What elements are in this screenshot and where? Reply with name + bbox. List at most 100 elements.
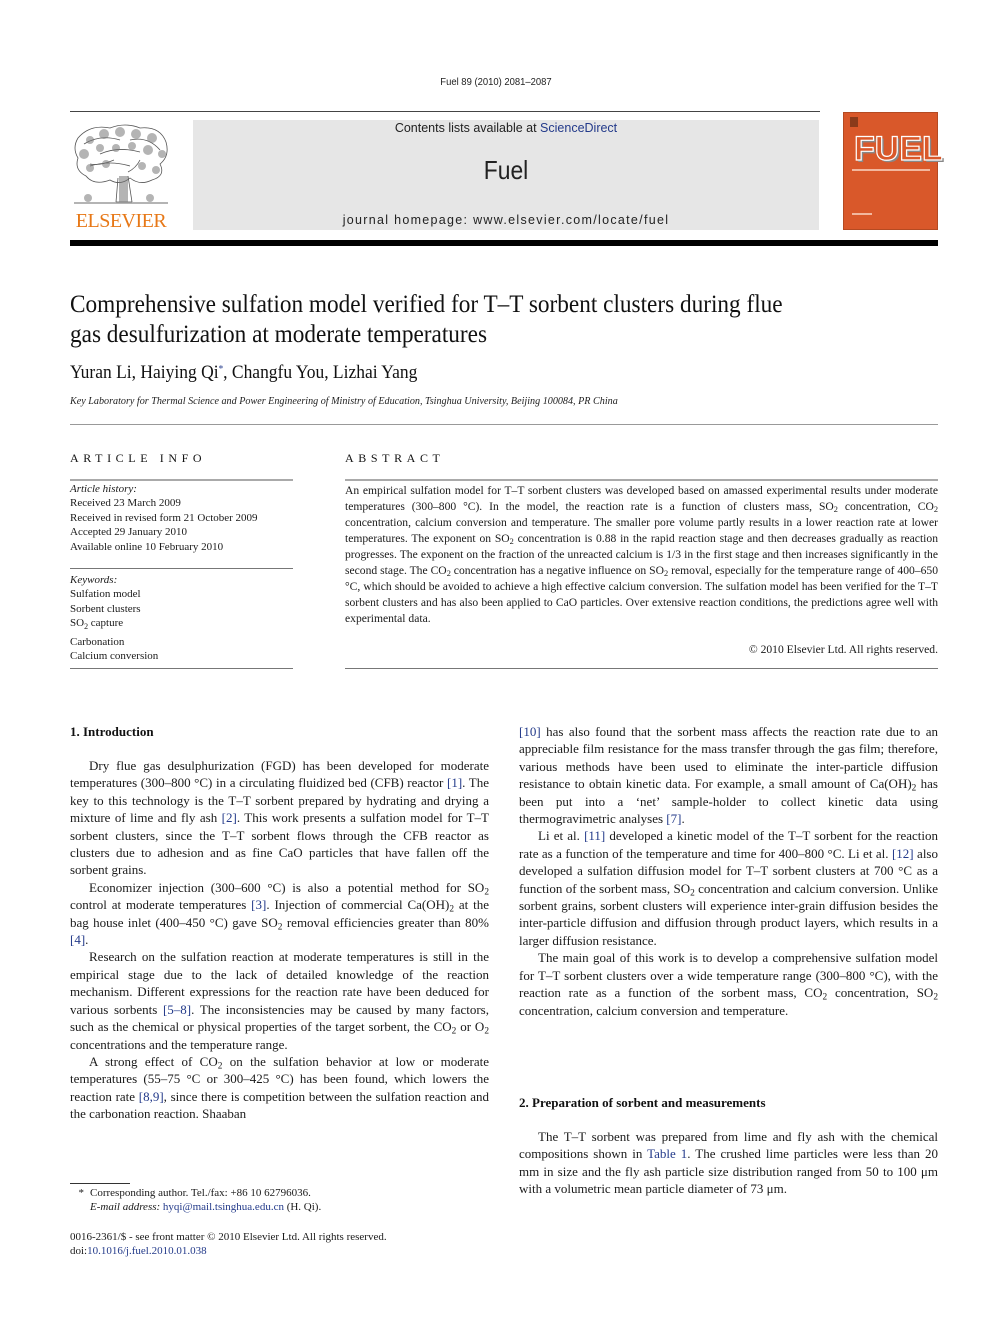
corresponding-author-mark[interactable]: * <box>219 364 224 375</box>
chemical-formula: CO2 <box>430 564 451 579</box>
author: Yuran Li <box>70 362 132 383</box>
chemical-formula: SO2 <box>818 500 838 515</box>
subscript: 2 <box>217 1061 223 1072</box>
author-list: Yuran Li, Haiying Qi*, Changfu You, Lizh… <box>70 362 417 384</box>
paragraph: A strong effect of CO2 on the sulfation … <box>70 1053 490 1122</box>
keyword: Carbonation <box>70 635 125 648</box>
history-item: Received in revised form 21 October 2009 <box>70 511 258 524</box>
imprint: 0016-2361/$ - see front matter © 2010 El… <box>70 1230 489 1259</box>
subscript: 2 <box>449 904 454 915</box>
corresponding-author-note: Corresponding author. Tel./fax: +86 10 6… <box>90 1187 311 1199</box>
paragraph: Dry flue gas desulphurization (FGD) has … <box>70 758 489 878</box>
article-history: Article history: Received 23 March 2009 … <box>70 482 293 554</box>
cover-title: FUEL <box>853 130 943 168</box>
footnote: * Corresponding author. Tel./fax: +86 10 … <box>70 1186 489 1215</box>
title-line-2: gas desulfurization at moderate temperat… <box>70 321 488 348</box>
abstract-text: An empirical sulfation model for T–T sor… <box>345 484 938 625</box>
email-label: E-mail address: <box>90 1201 163 1214</box>
keyword: SO2 capture <box>70 617 124 632</box>
abstract-divider <box>345 479 938 481</box>
doi-link[interactable]: 10.1016/j.fuel.2010.01.038 <box>87 1245 206 1257</box>
cover-tagline <box>852 169 930 171</box>
affiliation: Key Laboratory for Thermal Science and P… <box>70 395 618 407</box>
citation-link[interactable]: [10] <box>519 724 541 739</box>
citation-link[interactable]: [7] <box>666 811 681 826</box>
keyword: Sorbent clusters <box>70 602 141 615</box>
author: Haiying Qi <box>140 362 219 383</box>
abstract-copyright: © 2010 Elsevier Ltd. All rights reserved… <box>748 643 938 656</box>
doi-prefix: doi: <box>70 1245 88 1258</box>
author: Lizhai Yang <box>332 362 418 383</box>
top-rule <box>70 111 820 112</box>
email-link[interactable]: hyqi@mail.tsinghua.edu.cn <box>163 1201 284 1213</box>
footnote-rule <box>70 1183 130 1184</box>
contents-prefix: Contents lists available at <box>394 121 541 135</box>
title-divider <box>70 424 938 425</box>
subscript: 2 <box>484 1026 489 1037</box>
history-item: Accepted 29 January 2010 <box>70 526 187 539</box>
chemical-formula: CO2 <box>917 500 938 515</box>
chemical-formula: SO2 <box>494 532 514 547</box>
history-item: Received 23 March 2009 <box>70 497 181 510</box>
citation-link[interactable]: [11] <box>584 828 605 843</box>
keywords-label: Keywords: <box>70 574 118 586</box>
sciencedirect-link[interactable]: ScienceDirect <box>540 121 617 135</box>
cover-publisher-icon <box>850 117 858 127</box>
citation-link[interactable]: [3] <box>251 897 266 912</box>
paragraph: Research on the sulfation reaction at mo… <box>70 949 489 1052</box>
author-separator: , <box>223 362 232 383</box>
footnote-mark: * <box>78 1187 85 1199</box>
subscript: 2 <box>451 1026 457 1037</box>
author-separator: , <box>131 362 141 383</box>
title-line-1: Comprehensive sulfation model verified f… <box>70 291 783 318</box>
citation-link[interactable]: [2] <box>222 810 237 825</box>
history-label: Article history: <box>70 483 137 495</box>
body-column-left: Dry flue gas desulphurization (FGD) has … <box>70 757 489 1123</box>
journal-cover-image: FUEL <box>843 112 943 230</box>
section-heading-introduction: 1. Introduction <box>70 724 154 739</box>
contents-line: Contents lists available at ScienceDirec… <box>193 121 819 135</box>
keyword: Sulfation model <box>70 588 141 601</box>
citation-link[interactable]: [12] <box>892 846 914 861</box>
abstract-heading: ABSTRACT <box>345 451 445 465</box>
journal-homepage-link[interactable]: journal homepage: www.elsevier.com/locat… <box>193 213 819 227</box>
elsevier-wordmark: ELSEVIER <box>75 210 167 232</box>
author: Changfu You <box>231 362 325 383</box>
citation-link[interactable]: [8,9] <box>139 1089 164 1104</box>
masthead-divider <box>70 240 938 246</box>
author-separator: , <box>324 362 333 383</box>
tree-icon <box>74 124 168 204</box>
section-heading-preparation: 2. Preparation of sorbent and measuremen… <box>519 1095 766 1110</box>
subscript: 2 <box>933 992 938 1003</box>
subscript: 2 <box>822 992 828 1003</box>
paragraph: The main goal of this work is to develop… <box>519 950 938 1018</box>
paragraph: Economizer injection (300–600 °C) is als… <box>70 879 489 948</box>
subscript: 2 <box>690 887 695 898</box>
subscript: 2 <box>911 783 917 794</box>
paragraph: Li et al. [11] developed a kinetic model… <box>519 828 938 948</box>
subscript: 2 <box>484 887 489 898</box>
keyword: Calcium conversion <box>70 650 159 663</box>
running-head: Fuel 89 (2010) 2081–2087 <box>440 76 552 88</box>
body-section2-text: The T–T sorbent was prepared from lime a… <box>519 1128 938 1198</box>
abstract-divider <box>345 668 938 669</box>
citation-link[interactable]: [1] <box>447 775 462 790</box>
journal-name: Fuel <box>483 155 529 185</box>
body-column-right: [10] has also found that the sorbent mas… <box>519 723 938 1019</box>
citation-link[interactable]: [4] <box>70 932 85 947</box>
issn-line: 0016-2361/$ - see front matter © 2010 El… <box>70 1231 387 1243</box>
article-info-divider <box>70 568 293 569</box>
citation-link[interactable]: [5–8] <box>163 1002 191 1017</box>
paragraph: [10] has also found that the sorbent mas… <box>519 724 938 827</box>
citation-link[interactable]: Table 1 <box>647 1146 687 1161</box>
cover-footer <box>852 213 872 215</box>
history-item: Available online 10 February 2010 <box>70 540 224 553</box>
email-suffix: (H. Qi). <box>283 1201 322 1214</box>
article-title: Comprehensive sulfation model verified f… <box>70 290 870 350</box>
article-info-divider <box>70 479 293 481</box>
subscript: 2 <box>277 921 283 932</box>
chemical-formula: SO2 <box>649 564 669 579</box>
article-info-divider <box>70 668 293 669</box>
article-info-heading: ARTICLE INFO <box>70 451 207 465</box>
paragraph: The T–T sorbent was prepared from lime a… <box>519 1129 939 1197</box>
